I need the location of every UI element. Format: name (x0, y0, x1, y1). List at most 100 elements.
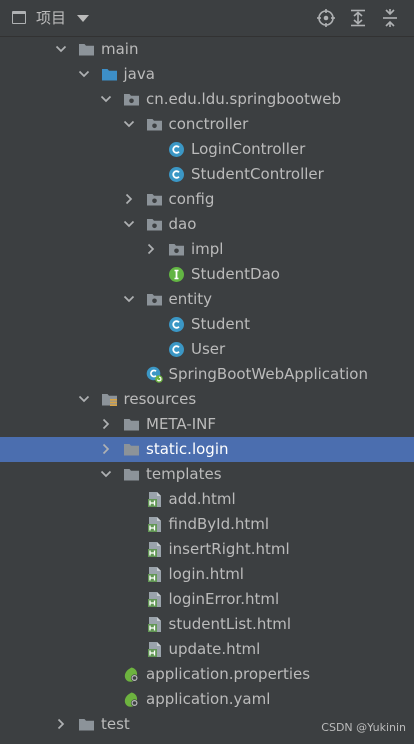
tree-node-label: User (191, 340, 226, 358)
tree-node[interactable]: java (0, 62, 414, 87)
tree-node[interactable]: insertRight.html (0, 537, 414, 562)
tree-node[interactable]: StudentDao (0, 262, 414, 287)
tree-node-label: application.yaml (146, 690, 271, 708)
collapse-all-icon[interactable] (380, 8, 400, 28)
tree-node-label: findById.html (168, 515, 270, 533)
tree-node[interactable]: templates (0, 462, 414, 487)
folder-icon (78, 716, 95, 733)
tree-node-label: StudentDao (191, 265, 280, 283)
chevron-down-icon[interactable] (78, 68, 90, 80)
chevron-right-icon[interactable] (123, 193, 135, 205)
chevron-down-icon[interactable] (100, 93, 112, 105)
tree-node[interactable]: config (0, 187, 414, 212)
folder-icon (78, 41, 95, 58)
tree-node[interactable]: StudentController (0, 162, 414, 187)
tree-node[interactable]: application.yaml (0, 687, 414, 712)
chevron-down-icon[interactable] (100, 468, 112, 480)
tree-node[interactable]: add.html (0, 487, 414, 512)
chevron-down-icon[interactable] (77, 15, 89, 22)
project-view-title[interactable]: 项目 (36, 9, 66, 27)
tree-node[interactable]: dao (0, 212, 414, 237)
tree-node-label: entity (168, 290, 213, 308)
tree-node-label: Student (191, 315, 251, 333)
spring-config-icon (123, 691, 140, 708)
html-file-icon (146, 616, 163, 633)
chevron-down-icon[interactable] (55, 43, 67, 55)
tree-node[interactable]: resources (0, 387, 414, 412)
tree-node[interactable]: META-INF (0, 412, 414, 437)
package-icon (146, 191, 163, 208)
folder-icon (123, 466, 140, 483)
project-header: 项目 (0, 0, 414, 37)
class-icon (168, 141, 185, 158)
locate-target-icon[interactable] (316, 8, 336, 28)
html-file-icon (146, 566, 163, 583)
package-icon (146, 116, 163, 133)
tree-node-label: LoginController (191, 140, 306, 158)
tree-node-label: impl (191, 240, 224, 258)
tree-node[interactable]: impl (0, 237, 414, 262)
chevron-down-icon[interactable] (123, 293, 135, 305)
package-icon (146, 216, 163, 233)
tree-node[interactable]: conctroller (0, 112, 414, 137)
interface-icon (168, 266, 185, 283)
tree-node[interactable]: SpringBootWebApplication (0, 362, 414, 387)
project-tree[interactable]: main java cn.edu.ldu.springbootweb conctrol… (0, 37, 414, 737)
tree-node-label: StudentController (191, 165, 324, 183)
tree-node[interactable]: LoginController (0, 137, 414, 162)
tree-node[interactable]: loginError.html (0, 587, 414, 612)
tree-node[interactable]: User (0, 337, 414, 362)
expand-all-icon[interactable] (348, 8, 368, 28)
folder-icon (123, 441, 140, 458)
tree-node-label: add.html (168, 490, 236, 508)
chevron-right-icon[interactable] (145, 243, 157, 255)
class-icon (168, 341, 185, 358)
resources-folder-icon (101, 391, 118, 408)
tree-node-label: studentList.html (168, 615, 292, 633)
tree-node[interactable]: update.html (0, 637, 414, 662)
tree-node-label: cn.edu.ldu.springbootweb (146, 90, 341, 108)
project-tool-window: 项目 main java cn.edu.ldu.springbootweb co… (0, 0, 414, 744)
tree-node[interactable]: entity (0, 287, 414, 312)
tree-node-label: config (168, 190, 215, 208)
tree-node[interactable]: main (0, 37, 414, 62)
tree-node-label: conctroller (168, 115, 249, 133)
package-icon (168, 241, 185, 258)
html-file-icon (146, 591, 163, 608)
tree-node-label: login.html (168, 565, 244, 583)
spring-boot-class-icon (146, 366, 163, 383)
chevron-down-icon[interactable] (123, 118, 135, 130)
tree-node-label: update.html (168, 640, 261, 658)
tree-node-label: insertRight.html (168, 540, 290, 558)
tree-node-label: java (123, 65, 155, 83)
tree-node[interactable]: findById.html (0, 512, 414, 537)
chevron-right-icon[interactable] (100, 418, 112, 430)
tree-node-label: static.login (146, 440, 229, 458)
chevron-down-icon[interactable] (123, 218, 135, 230)
tree-node[interactable]: static.login (0, 437, 414, 462)
tree-node-label: templates (146, 465, 222, 483)
tree-node-label: test (101, 715, 130, 733)
chevron-right-icon[interactable] (55, 718, 67, 730)
tree-node-label: dao (168, 215, 197, 233)
folder-icon (123, 416, 140, 433)
chevron-right-icon[interactable] (100, 443, 112, 455)
chevron-down-icon[interactable] (78, 393, 90, 405)
tree-node[interactable]: login.html (0, 562, 414, 587)
html-file-icon (146, 541, 163, 558)
tree-node-label: resources (123, 390, 197, 408)
html-file-icon (146, 641, 163, 658)
tree-node[interactable]: studentList.html (0, 612, 414, 637)
tree-node-label: loginError.html (168, 590, 280, 608)
html-file-icon (146, 491, 163, 508)
package-icon (123, 91, 140, 108)
tree-node[interactable]: Student (0, 312, 414, 337)
tree-node[interactable]: application.properties (0, 662, 414, 687)
package-icon (146, 291, 163, 308)
tree-node[interactable]: cn.edu.ldu.springbootweb (0, 87, 414, 112)
tree-node-label: main (101, 40, 139, 58)
tree-node-label: META-INF (146, 415, 217, 433)
project-view-icon[interactable] (12, 11, 26, 24)
tree-node-label: SpringBootWebApplication (168, 365, 368, 383)
watermark: CSDN @Yukinin (321, 721, 406, 734)
